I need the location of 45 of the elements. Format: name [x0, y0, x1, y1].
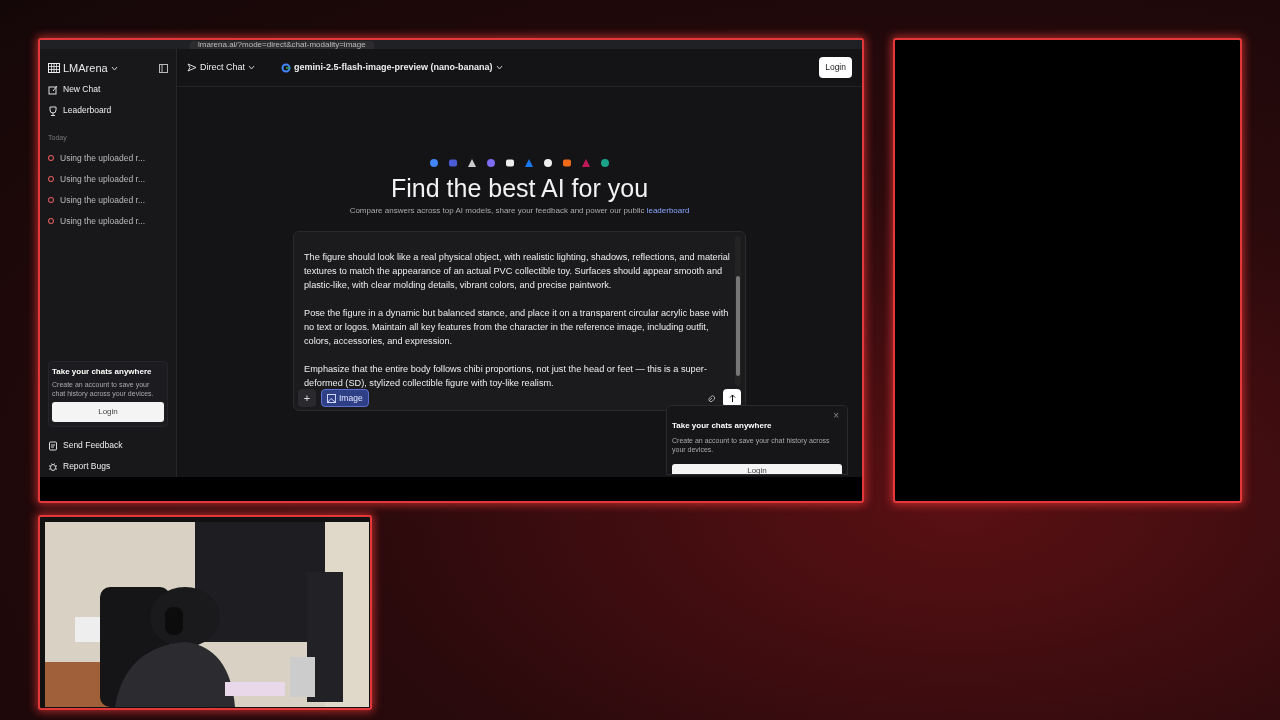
brand-name[interactable]: LMArena	[63, 59, 108, 77]
login-button[interactable]: Login	[672, 464, 842, 474]
login-button[interactable]: Login	[52, 402, 164, 422]
chevron-icon	[110, 65, 118, 71]
promo-title: Take your chats anywhere	[52, 366, 153, 378]
mode-dropdown[interactable]: Direct Chat	[187, 60, 255, 75]
model-icon	[48, 155, 54, 161]
leaderboard-link[interactable]: leaderboard	[646, 206, 690, 215]
prompt-paragraph: Pose the figure in a dynamic but balanced stance, and place it on a transparent circular acrylic base with no text or logos. Maintain all key features from the character in the reference image, including outfit, colors, accessories, and expression.	[304, 307, 730, 348]
chat-history-item[interactable]: Using the uploaded r...	[60, 193, 146, 207]
footer-link[interactable]: Report Bugs	[63, 460, 111, 473]
trophy-icon	[48, 105, 58, 116]
send-icon	[187, 63, 197, 72]
chevron-icon	[248, 65, 255, 70]
chevron-icon	[495, 65, 503, 70]
nav-link[interactable]: Leaderboard	[63, 104, 112, 117]
image-mode-toggle[interactable]: Image	[321, 389, 369, 407]
close-button[interactable]: ×	[833, 408, 839, 423]
prompt-paragraph: Emphasize that the entire body follows chibi proportions, not just the head or feet — this is a super-deformed (SD), stylized collectible figure with toy-like realism.	[304, 363, 708, 390]
sidebar-toggle-icon[interactable]	[159, 63, 168, 73]
nav-link[interactable]: New Chat	[63, 83, 101, 96]
model-icon	[48, 197, 54, 203]
scrollbar[interactable]	[735, 236, 741, 386]
feedback-icon	[48, 440, 58, 451]
image-icon	[327, 393, 336, 403]
popup-title: Take your chats anywhere	[672, 420, 772, 432]
bug-icon	[48, 461, 58, 472]
model-dropdown[interactable]: gemini-2.5-flash-image-preview (nano-banana)	[281, 60, 503, 75]
page-subtitle: Compare answers across top AI models, share your feedback and power our public leaderboard	[349, 205, 690, 217]
link-icon[interactable]	[707, 393, 718, 403]
model-icon	[48, 218, 54, 224]
prompt-paragraph: The figure should look like a real physical object, with realistic lighting, shadows, reflections, and material textures to match the appearance of an actual PVC collectible toy. Surfaces should appear smooth and plastic-like, with clear molding details, vibrant colors, and precise paintwork.	[304, 251, 731, 292]
login-button[interactable]: Login	[819, 57, 852, 78]
google-icon	[281, 62, 291, 73]
footer-link[interactable]: Send Feedback	[63, 439, 123, 452]
page-title: Find the best AI for you	[390, 173, 649, 203]
address-bar[interactable]: lmarena.ai/?mode=direct&chat-modality=image	[190, 41, 374, 49]
arrow-up-icon	[728, 394, 736, 402]
grid-icon	[48, 63, 60, 73]
chat-history-item[interactable]: Using the uploaded r...	[60, 151, 146, 165]
chat-history-item[interactable]: Using the uploaded r...	[60, 172, 146, 186]
add-button[interactable]: +	[298, 389, 316, 407]
chat-history-item[interactable]: Using the uploaded r...	[60, 214, 146, 228]
edit-icon	[48, 84, 58, 95]
model-icon	[48, 176, 54, 182]
